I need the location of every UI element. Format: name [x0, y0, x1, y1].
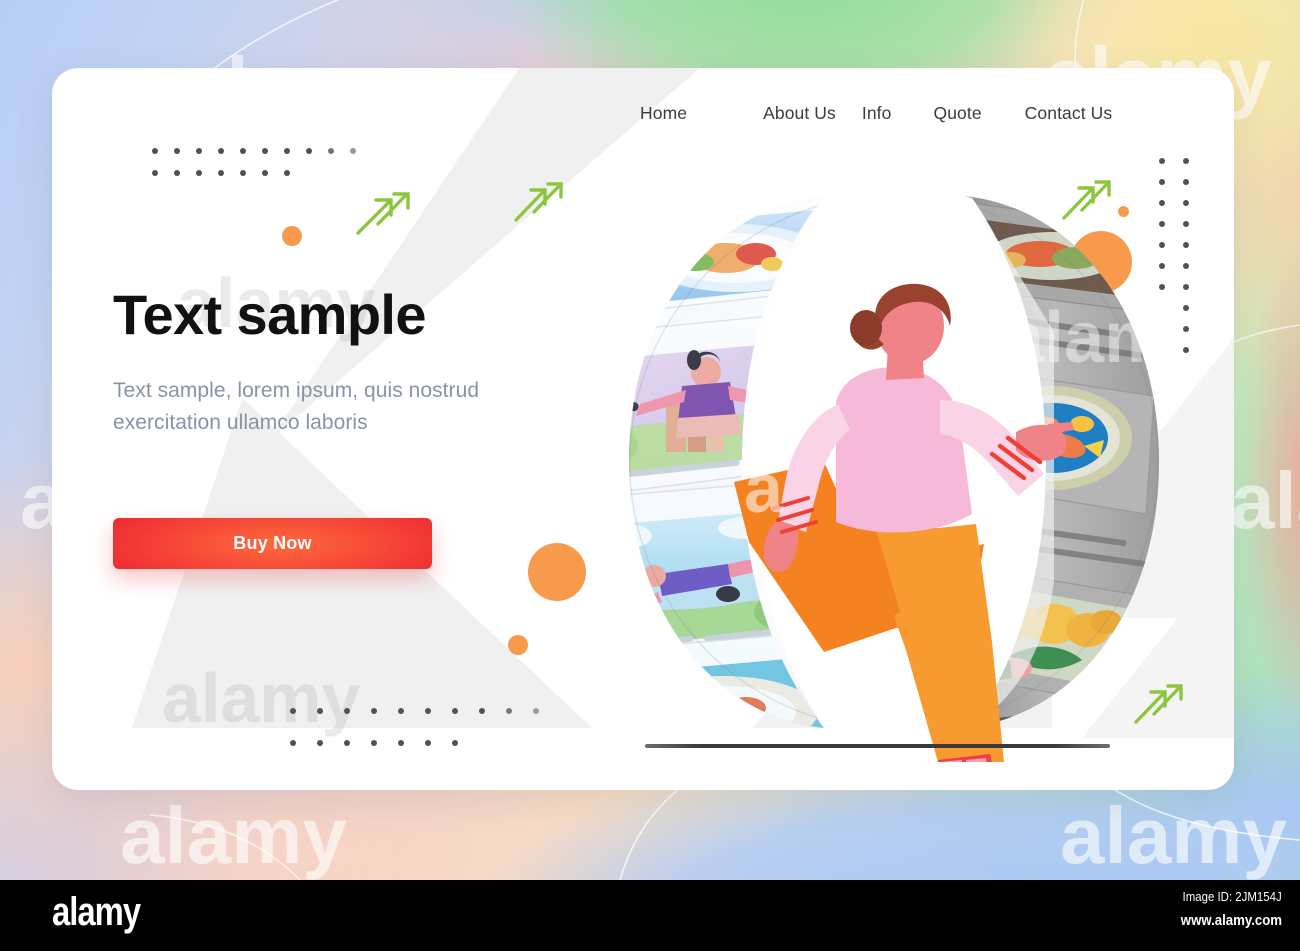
svg-text:a: a — [744, 449, 784, 527]
page-title: Text sample — [113, 283, 427, 346]
decor-green-arrows-top-mid — [514, 182, 563, 222]
globe-ground-line — [645, 744, 1110, 748]
decor-green-arrows-top-left — [356, 192, 410, 235]
hero-subtitle: Text sample, lorem ipsum, quis nostrud e… — [113, 379, 480, 434]
nav-item-home[interactable]: Home — [640, 103, 687, 124]
nav-item-contact-us[interactable]: Contact Us — [1025, 103, 1113, 124]
image-id-label: Image ID: 2JM154J — [1182, 889, 1282, 904]
alamy-footer-bar — [0, 880, 1300, 951]
alamy-url-label: www.alamy.com — [1180, 912, 1282, 929]
decor-circle-orange — [282, 226, 302, 246]
alamy-logo: alamy — [52, 890, 141, 934]
globe-illustration: a alam — [574, 182, 1214, 794]
buy-now-button[interactable]: Buy Now — [113, 518, 432, 569]
main-navigation: Home About Us Info Quote Contact Us — [640, 103, 1112, 124]
nav-item-quote[interactable]: Quote — [933, 103, 981, 124]
decor-circle-orange — [508, 635, 528, 655]
nav-item-info[interactable]: Info — [862, 103, 892, 124]
svg-text:alam: alam — [1004, 298, 1168, 378]
nav-item-about-us[interactable]: About Us — [763, 103, 836, 124]
